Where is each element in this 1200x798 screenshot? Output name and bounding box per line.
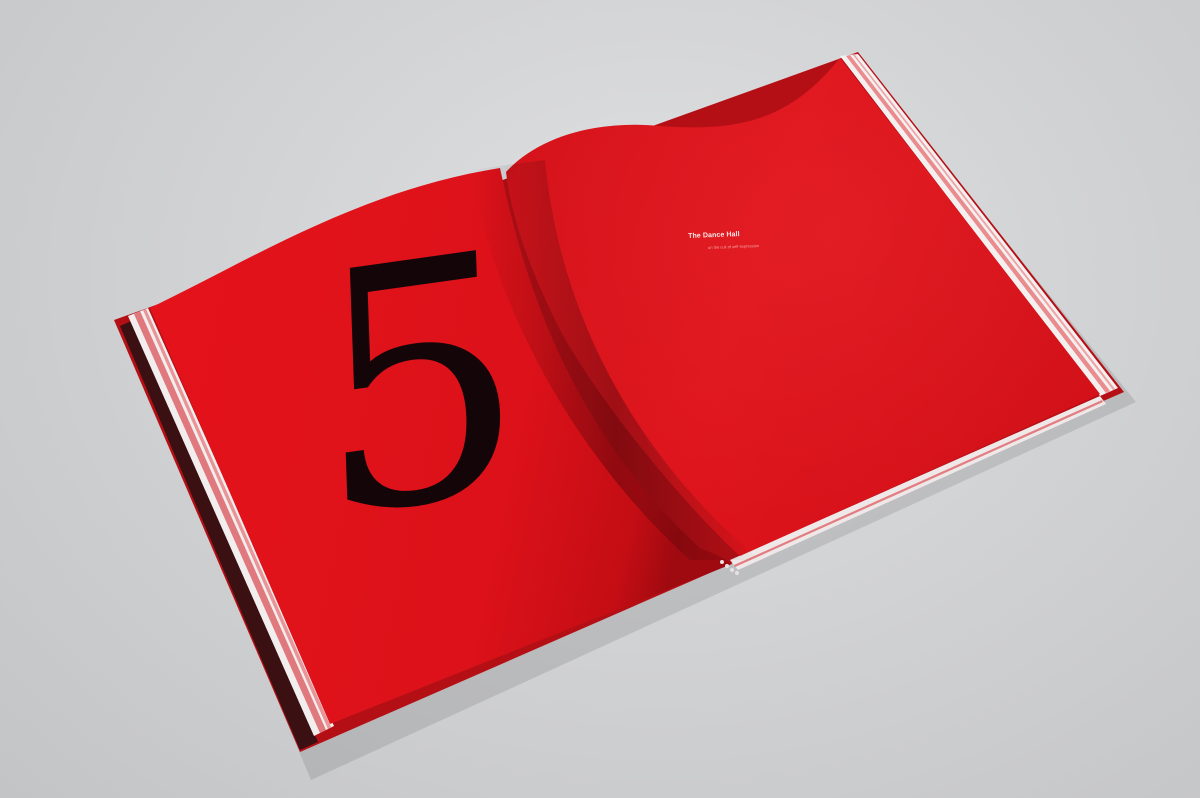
open-book: 5 xyxy=(114,52,1136,780)
photo-scene: 5 The Dance Hall on the cult of self-exp… xyxy=(0,0,1200,798)
chapter-numeral: 5 xyxy=(309,179,530,594)
